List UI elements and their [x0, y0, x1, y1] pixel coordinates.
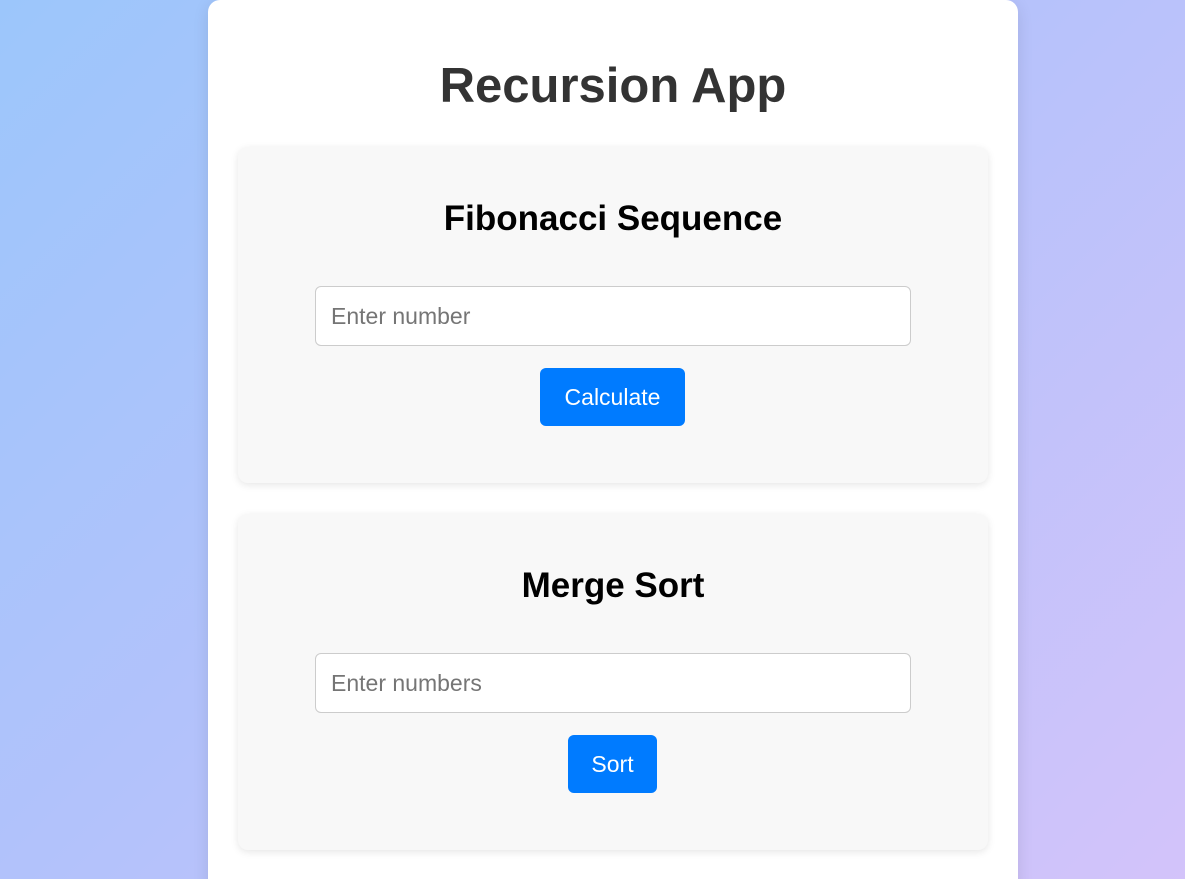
- page-title: Recursion App: [439, 59, 787, 113]
- merge-sort-section: Merge Sort Sort: [238, 514, 988, 850]
- merge-sort-numbers-input[interactable]: [315, 653, 911, 713]
- fibonacci-title: Fibonacci Sequence: [443, 199, 783, 238]
- fibonacci-number-input[interactable]: [315, 286, 911, 346]
- sort-button[interactable]: Sort: [568, 735, 657, 793]
- app-container: Recursion App Fibonacci Sequence Calcula…: [208, 0, 1018, 879]
- fibonacci-section: Fibonacci Sequence Calculate: [238, 147, 988, 483]
- merge-sort-title: Merge Sort: [521, 566, 705, 605]
- calculate-button[interactable]: Calculate: [540, 368, 685, 426]
